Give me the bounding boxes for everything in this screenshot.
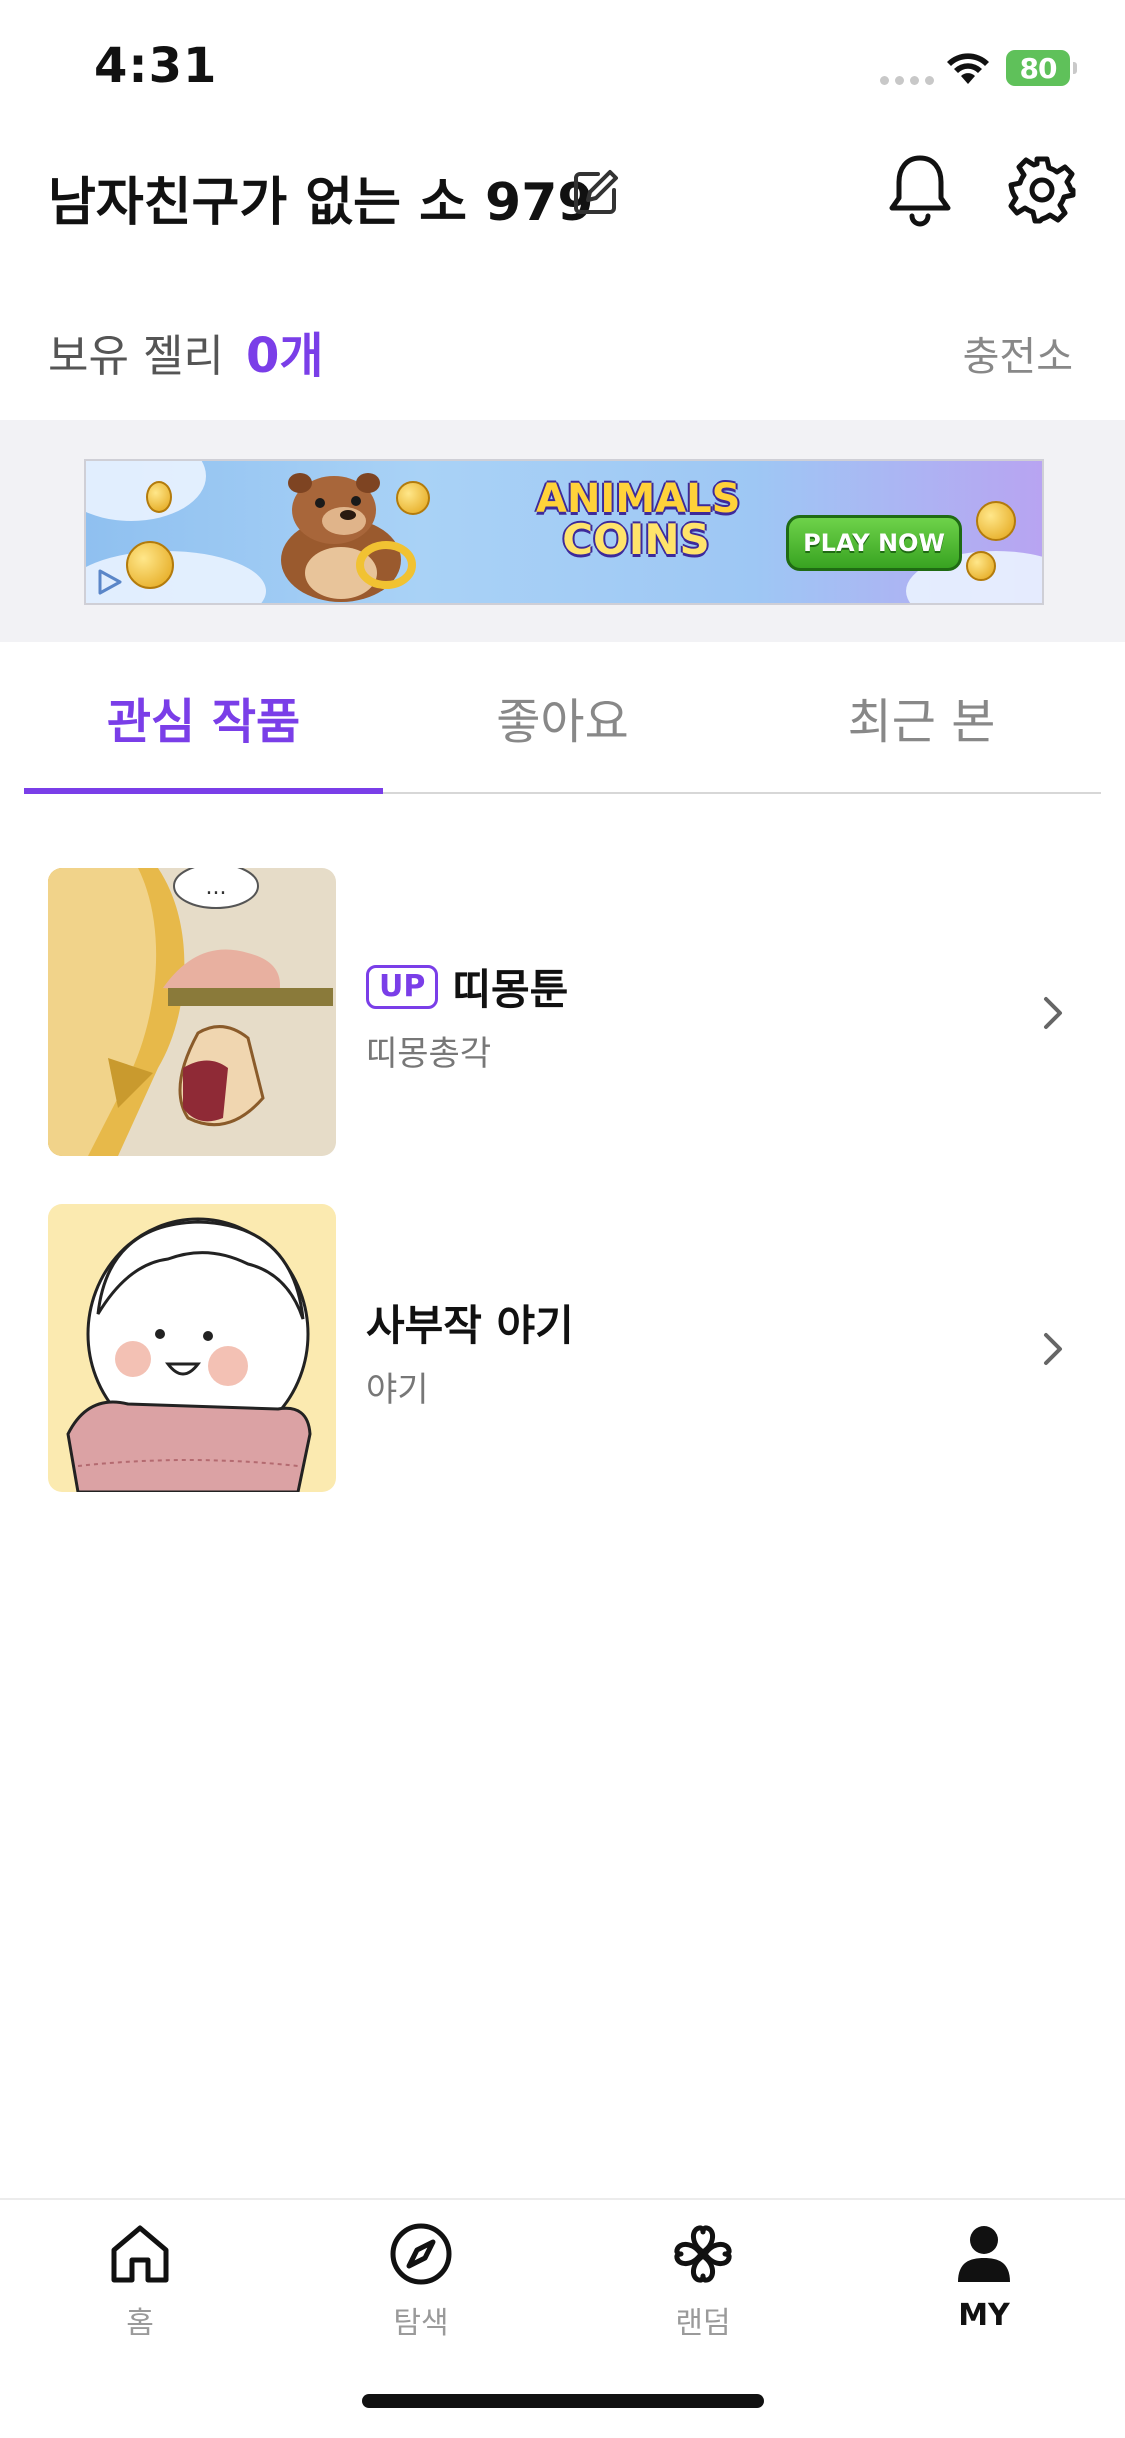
tab-likes[interactable]: 좋아요 — [383, 642, 742, 792]
chevron-right-icon — [1044, 997, 1062, 1029]
clover-icon — [674, 2225, 732, 2283]
nav-label-home: 홈 — [126, 2306, 154, 2341]
jelly-count: 0개 — [246, 328, 324, 384]
list-item[interactable]: 사부작 야기 야기 — [0, 1204, 1125, 1494]
nav-label-random: 랜덤 — [675, 2306, 731, 2341]
nav-item-explore[interactable]: 탐색 — [321, 2220, 521, 2350]
nav-item-home[interactable]: 홈 — [40, 2220, 240, 2350]
ad-title-line1: ANIMALS — [536, 476, 741, 522]
notification-bell-icon[interactable] — [886, 152, 954, 228]
up-badge: UP — [366, 964, 439, 1009]
charge-station-link[interactable]: 충전소 — [963, 324, 1073, 382]
home-icon — [111, 2225, 169, 2283]
ad-section: ANIMALS COINS PLAY NOW — [0, 420, 1125, 642]
nav-label-explore: 탐색 — [393, 2306, 449, 2341]
ad-choices-icon[interactable] — [94, 567, 124, 597]
nav-item-my[interactable]: MY — [884, 2220, 1084, 2350]
cellular-signal-icon — [880, 76, 934, 85]
battery-icon: 80 — [1006, 50, 1077, 86]
work-title: 사부작 야기 — [366, 1301, 574, 1350]
tab-active-indicator — [24, 788, 383, 794]
work-title: 띠몽툰 — [452, 965, 569, 1014]
edit-icon[interactable] — [568, 164, 624, 220]
person-icon — [958, 2226, 1010, 2282]
profile-header: 남자친구가 없는 소 979 — [0, 140, 1125, 250]
wifi-icon — [947, 53, 989, 84]
nav-label-my: MY — [958, 2298, 1010, 2333]
compass-icon — [390, 2223, 452, 2285]
home-indicator — [362, 2394, 764, 2408]
work-thumbnail — [48, 1204, 336, 1492]
ad-play-now-button[interactable]: PLAY NOW — [786, 515, 962, 571]
list-item[interactable]: ... UP 띠몽툰 띠몽총각 — [0, 868, 1125, 1158]
nav-item-random[interactable]: 랜덤 — [603, 2220, 803, 2350]
jelly-balance-row: 보유 젤리 0개 충전소 — [0, 310, 1125, 390]
work-title-row: 사부작 야기 — [366, 1292, 574, 1353]
library-tabs: 관심 작품 좋아요 최근 본 — [24, 642, 1101, 794]
battery-level: 80 — [1019, 51, 1058, 85]
nickname: 남자친구가 없는 소 979 — [48, 173, 594, 233]
work-thumbnail: ... — [48, 868, 336, 1156]
tab-recently-viewed[interactable]: 최근 본 — [742, 642, 1101, 792]
work-author: 띠몽총각 — [366, 1034, 492, 1074]
settings-gear-icon[interactable] — [1004, 152, 1080, 228]
chevron-right-icon — [1044, 1333, 1062, 1365]
work-thumbnail-image — [48, 1204, 336, 1492]
work-thumbnail-image: ... — [48, 868, 336, 1156]
svg-text:...: ... — [206, 875, 227, 900]
status-bar: 4:31 80 — [0, 0, 1125, 140]
ad-banner[interactable]: ANIMALS COINS PLAY NOW — [84, 459, 1044, 605]
tab-favorites[interactable]: 관심 작품 — [24, 642, 383, 792]
jelly-label: 보유 젤리 — [48, 331, 224, 382]
work-author: 야기 — [366, 1370, 429, 1410]
status-time: 4:31 — [94, 38, 218, 94]
bear-illustration — [281, 473, 416, 602]
ad-title-line2: COINS — [562, 515, 710, 564]
work-title-row: UP 띠몽툰 — [366, 956, 568, 1017]
ad-title: ANIMALS COINS — [536, 476, 741, 564]
